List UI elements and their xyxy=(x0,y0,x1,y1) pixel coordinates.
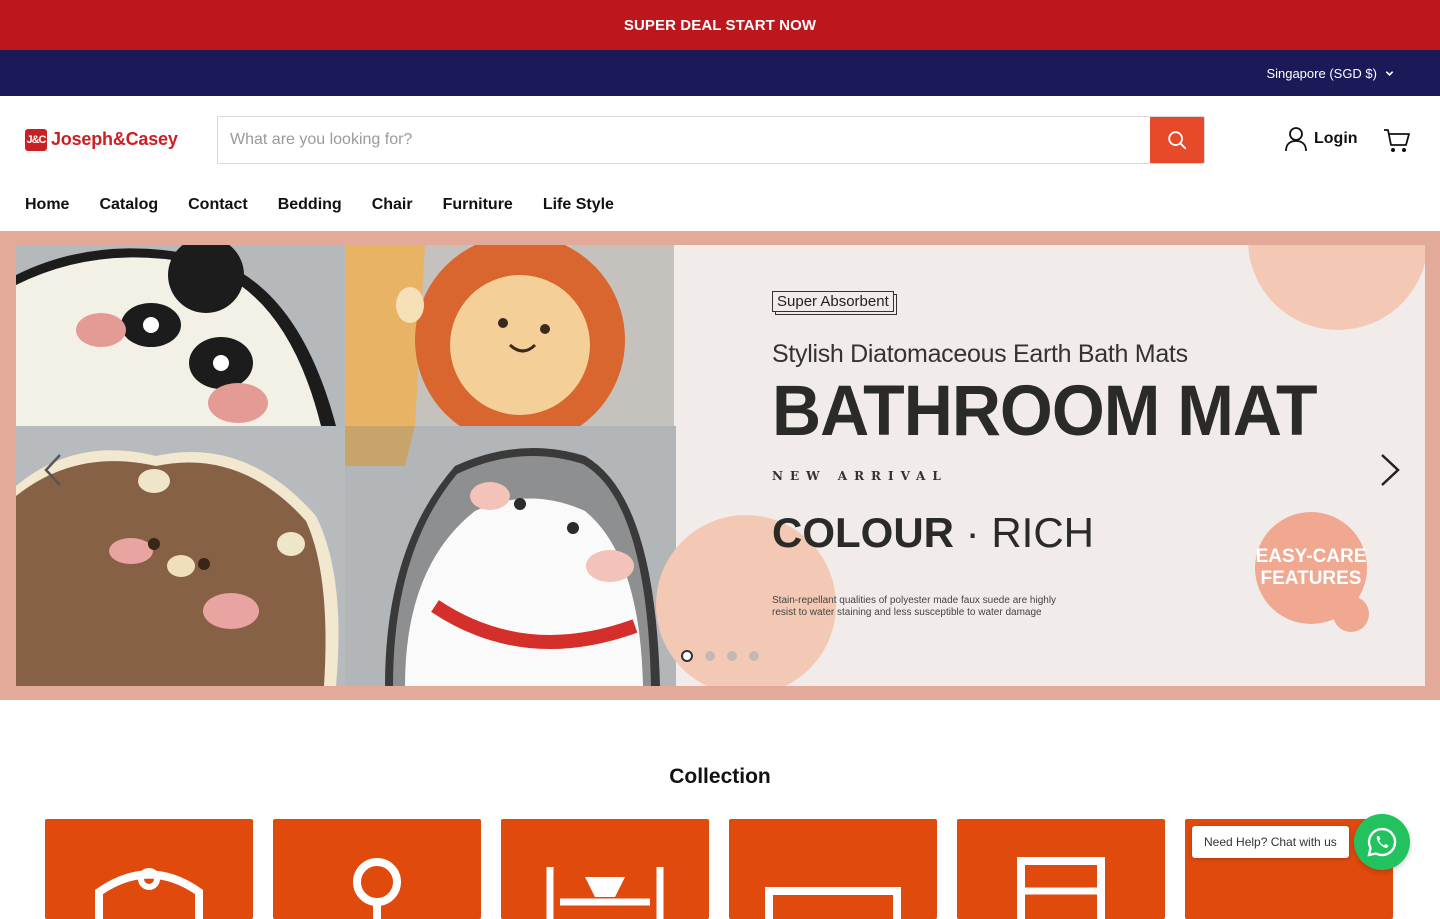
hero-colour: COLOUR · RICH xyxy=(772,509,1094,556)
hero-colour-light: RICH xyxy=(991,509,1094,556)
cabinet-icon xyxy=(1017,857,1105,919)
sofa-icon xyxy=(765,887,901,919)
nav-item-catalog[interactable]: Catalog xyxy=(99,196,158,214)
hero-headline: BATHROOM MAT xyxy=(772,371,1317,451)
prev-slide-arrow-icon[interactable] xyxy=(40,450,70,490)
main-nav: Home Catalog Contact Bedding Chair Furni… xyxy=(0,183,1440,226)
panda-mat-image xyxy=(16,245,345,426)
nav-item-life-style[interactable]: Life Style xyxy=(543,196,614,214)
utility-bar: Singapore (SGD $) xyxy=(0,50,1440,96)
whatsapp-button[interactable] xyxy=(1354,814,1410,870)
collection-card-sofa[interactable] xyxy=(729,819,937,919)
nav-item-chair[interactable]: Chair xyxy=(372,196,413,214)
promo-bar: SUPER DEAL START NOW xyxy=(0,0,1440,50)
nav-item-contact[interactable]: Contact xyxy=(188,196,248,214)
chat-label: Need Help? Chat with us xyxy=(1204,835,1337,849)
collection-card-table[interactable] xyxy=(501,819,709,919)
logo-text: Joseph&Casey xyxy=(51,129,178,149)
lion-mat-image xyxy=(345,245,674,426)
search-bar xyxy=(217,116,1205,164)
collection-title: Collection xyxy=(669,765,771,788)
site-header: J&C Joseph&Casey Login xyxy=(0,96,1440,183)
slide-dot-4[interactable] xyxy=(749,651,759,661)
search-input[interactable] xyxy=(218,117,1150,163)
slide-dot-2[interactable] xyxy=(705,651,715,661)
hero-colour-bold: COLOUR xyxy=(772,509,954,556)
login-label: Login xyxy=(1314,130,1358,147)
chevron-down-icon xyxy=(1385,70,1394,76)
collection-card-lamp[interactable] xyxy=(273,819,481,919)
slide-dots xyxy=(681,650,759,662)
search-icon xyxy=(1168,131,1187,150)
cat-mat-image xyxy=(345,426,676,686)
slide-dot-1[interactable] xyxy=(681,650,693,662)
currency-selector[interactable]: Singapore (SGD $) xyxy=(1266,66,1394,81)
whatsapp-icon xyxy=(1367,827,1397,857)
decor-dot xyxy=(1333,596,1369,632)
table-icon xyxy=(546,867,664,919)
hero-fine-print: Stain-repellant qualities of polyester m… xyxy=(772,595,1057,618)
collection-card-bedding[interactable] xyxy=(45,819,253,919)
logo-mark-icon: J&C xyxy=(25,128,47,151)
hero-subtitle: Stylish Diatomaceous Earth Bath Mats xyxy=(772,340,1188,368)
user-icon xyxy=(1285,127,1307,152)
slide-dot-3[interactable] xyxy=(727,651,737,661)
hero-badge: Super Absorbent xyxy=(772,291,894,312)
nav-item-furniture[interactable]: Furniture xyxy=(443,196,513,214)
hero-copy: Super Absorbent Stylish Diatomaceous Ear… xyxy=(772,291,1317,619)
promo-text: SUPER DEAL START NOW xyxy=(623,16,817,34)
collection-grid xyxy=(45,819,1393,919)
currency-label: Singapore (SGD $) xyxy=(1266,65,1377,81)
search-button[interactable] xyxy=(1150,117,1204,163)
cart-icon[interactable] xyxy=(1383,128,1411,154)
collection-card-cabinet[interactable] xyxy=(957,819,1165,919)
hero-tagline: NEW ARRIVAL xyxy=(772,469,948,483)
hero-slide[interactable]: Super Absorbent Stylish Diatomaceous Ear… xyxy=(16,245,1425,686)
hero-slideshow: Super Absorbent Stylish Diatomaceous Ear… xyxy=(0,231,1440,700)
bed-icon xyxy=(95,868,203,919)
next-slide-arrow-icon[interactable] xyxy=(1374,450,1404,490)
nav-item-home[interactable]: Home xyxy=(25,196,69,214)
nav-item-bedding[interactable]: Bedding xyxy=(278,196,342,214)
lamp-icon xyxy=(353,858,401,919)
login-link[interactable]: Login xyxy=(1284,126,1358,152)
logo[interactable]: J&C Joseph&Casey xyxy=(25,128,217,151)
chat-prompt[interactable]: Need Help? Chat with us xyxy=(1192,826,1349,858)
